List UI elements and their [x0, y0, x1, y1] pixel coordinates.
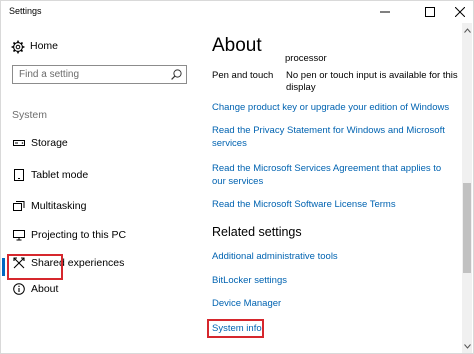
spec-value-pen-and-touch: No pen or touch input is available for t… — [286, 70, 458, 93]
sidebar-item-storage[interactable]: Storage — [1, 132, 197, 154]
highlight-box-about — [7, 254, 63, 280]
link-device-manager[interactable]: Device Manager — [212, 298, 281, 309]
spec-value-partial: processor — [285, 53, 327, 64]
link-privacy-statement[interactable]: Read the Privacy Statement for Windows a… — [212, 125, 457, 150]
maximize-button[interactable] — [415, 1, 445, 23]
sidebar-item-projecting[interactable]: Projecting to this PC — [1, 224, 197, 246]
sidebar-item-label: Multitasking — [31, 200, 87, 212]
info-icon — [13, 283, 25, 295]
scrollbar-thumb[interactable] — [463, 183, 471, 273]
storage-icon — [13, 140, 25, 146]
spec-key-pen-and-touch: Pen and touch — [212, 70, 274, 81]
minimize-button[interactable] — [370, 1, 400, 23]
title-bar[interactable]: Settings — [1, 1, 473, 23]
sidebar-item-label: Storage — [31, 137, 68, 149]
chevron-down-icon — [463, 343, 471, 349]
search-box[interactable] — [12, 65, 187, 84]
highlight-box-system-info — [207, 319, 264, 338]
maximize-icon — [425, 7, 435, 17]
home-label: Home — [30, 40, 59, 52]
related-settings-heading: Related settings — [212, 225, 302, 239]
sidebar-item-label: Tablet mode — [31, 169, 89, 181]
settings-window: Settings Home Find a setting System Stor… — [0, 0, 474, 354]
scroll-down-button[interactable] — [462, 341, 472, 351]
sidebar-item-tablet-mode[interactable]: Tablet mode — [1, 164, 197, 186]
multitasking-icon — [13, 201, 25, 211]
search-input[interactable] — [13, 66, 168, 83]
sidebar-item-about[interactable]: About — [1, 278, 197, 300]
page-title: About — [212, 35, 262, 56]
home-nav-item[interactable]: Home — [1, 36, 197, 58]
close-icon — [455, 7, 465, 17]
main-content: About processor Pen and touch No pen or … — [197, 23, 473, 353]
chevron-up-icon — [463, 27, 471, 33]
link-bitlocker-settings[interactable]: BitLocker settings — [212, 275, 287, 286]
window-title: Settings — [9, 6, 42, 16]
link-license-terms[interactable]: Read the Microsoft Software License Term… — [212, 199, 457, 212]
sidebar-item-label: About — [31, 283, 59, 295]
gear-icon — [11, 40, 25, 54]
scroll-up-button[interactable] — [462, 25, 472, 35]
minimize-icon — [380, 11, 390, 13]
sidebar-item-multitasking[interactable]: Multitasking — [1, 195, 197, 217]
link-change-product-key[interactable]: Change product key or upgrade your editi… — [212, 102, 457, 115]
projecting-icon — [13, 230, 25, 241]
sidebar: Home System Storage Tablet mode — [1, 23, 197, 353]
link-services-agreement[interactable]: Read the Microsoft Services Agreement th… — [212, 163, 457, 188]
tablet-mode-icon — [14, 169, 24, 181]
close-button[interactable] — [445, 1, 474, 23]
selection-indicator — [2, 258, 5, 276]
sidebar-item-label: Projecting to this PC — [31, 229, 127, 241]
search-icon[interactable] — [171, 69, 182, 80]
link-administrative-tools[interactable]: Additional administrative tools — [212, 251, 338, 262]
section-label-system: System — [12, 109, 48, 121]
